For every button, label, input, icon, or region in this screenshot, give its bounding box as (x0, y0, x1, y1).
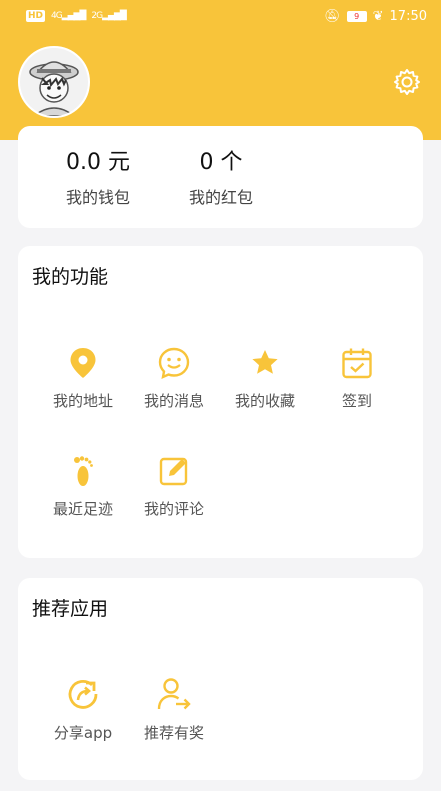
wallet-balance: 0.0 元 (66, 150, 130, 175)
recommend-label-share: 分享app (53, 724, 113, 742)
function-item-comments[interactable]: 我的评论 (129, 454, 219, 519)
user-arrow-icon (157, 678, 191, 710)
gear-icon (394, 69, 420, 95)
signal-4g-label: 4G (51, 11, 63, 21)
status-right: 🔕︎ 9 ❦ 17:50 (324, 9, 427, 24)
function-label-address: 我的地址 (52, 392, 113, 410)
user-avatar[interactable] (18, 46, 90, 118)
function-item-checkin[interactable]: 签到 (312, 346, 402, 411)
functions-title: 我的功能 (32, 266, 109, 288)
edit-icon (159, 457, 188, 486)
calendar-check-icon (342, 348, 372, 379)
signal-4g-icon: 4G▂▄▆█ (51, 11, 86, 21)
redpacket-label: 我的红包 (188, 188, 253, 207)
battery-icon: 9 (346, 10, 367, 22)
share-refresh-icon (68, 680, 98, 709)
functions-card: 我的功能 我的地址 我的消息 我的收藏 签到 最近足迹 我的评论 (18, 246, 423, 558)
leaf-icon: ❦ (372, 8, 384, 24)
signal-2g-label: 2G (91, 11, 103, 21)
location-pin-icon (70, 348, 96, 378)
message-smile-icon (158, 347, 190, 380)
signal-2g-icon: 2G▂▄▆█ (91, 11, 126, 21)
recommend-label-referral: 推荐有奖 (143, 724, 204, 742)
status-time: 17:50 (389, 8, 427, 24)
settings-button[interactable] (393, 68, 421, 96)
hd-badge: HD (26, 10, 46, 22)
mute-bell-icon: 🔕︎ (324, 8, 341, 24)
star-icon (252, 350, 278, 374)
function-label-footprints: 最近足迹 (52, 500, 113, 518)
cartoon-avatar-icon (20, 48, 88, 116)
recommend-card: 推荐应用 分享app 推荐有奖 (18, 578, 423, 780)
wallet-card: 0.0 元 我的钱包 0 个 我的红包 (18, 126, 423, 228)
function-label-checkin: 签到 (341, 392, 372, 410)
redpacket-count: 0 个 (199, 150, 243, 175)
recommend-item-referral[interactable]: 推荐有奖 (129, 676, 219, 743)
status-bar: HD 4G▂▄▆█ 2G▂▄▆█ 🔕︎ 9 ❦ 17:50 (0, 0, 441, 32)
function-item-footprints[interactable]: 最近足迹 (38, 454, 128, 519)
function-label-comments: 我的评论 (143, 500, 204, 518)
function-label-messages: 我的消息 (143, 392, 204, 410)
function-label-favorites: 我的收藏 (234, 392, 295, 410)
recommend-title: 推荐应用 (32, 598, 109, 620)
status-left: HD 4G▂▄▆█ 2G▂▄▆█ (26, 10, 127, 22)
function-item-messages[interactable]: 我的消息 (129, 346, 219, 411)
function-item-favorites[interactable]: 我的收藏 (220, 346, 310, 411)
wallet-label: 我的钱包 (65, 188, 130, 207)
battery-level: 9 (354, 11, 360, 21)
wallet-stat[interactable]: 0.0 元 我的钱包 (38, 148, 158, 208)
footprint-icon (74, 456, 93, 486)
redpacket-stat[interactable]: 0 个 我的红包 (161, 148, 281, 208)
recommend-item-share[interactable]: 分享app (38, 676, 128, 743)
function-item-address[interactable]: 我的地址 (38, 346, 128, 411)
